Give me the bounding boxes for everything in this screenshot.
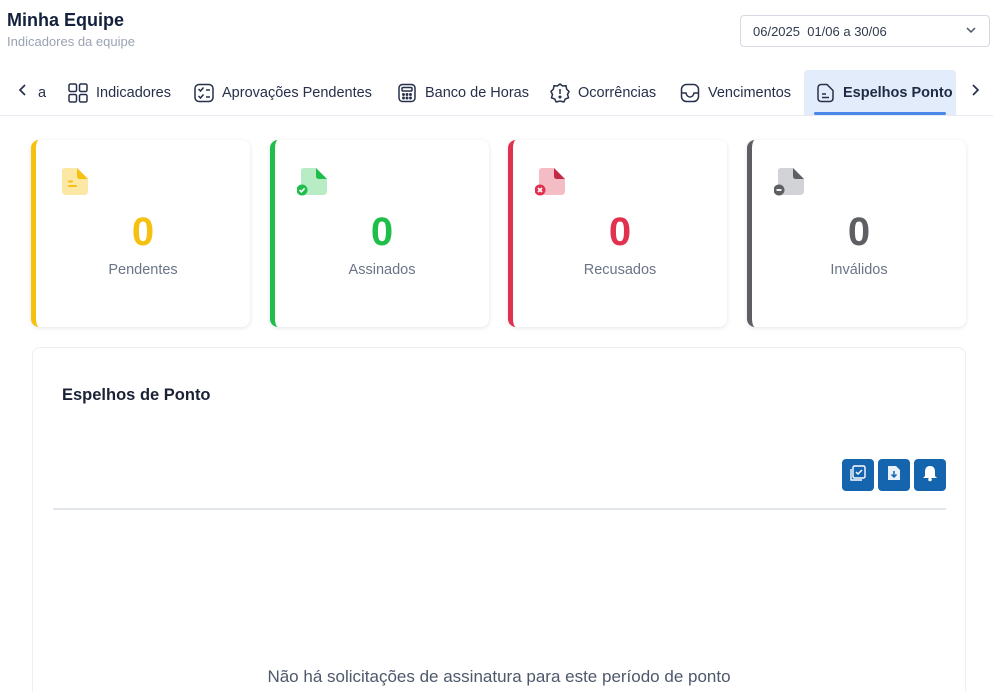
tab-partial[interactable]: a (38, 70, 46, 115)
card-invalidos: 0 Inválidos (747, 140, 966, 327)
card-value: 0 (608, 210, 632, 254)
download-document-icon (885, 464, 903, 487)
card-value: 0 (370, 210, 394, 254)
tab-label: Indicadores (96, 84, 171, 101)
card-label: Pendentes (108, 262, 178, 278)
select-all-button[interactable] (842, 459, 874, 491)
period-select-value: 06/2025 01/06 a 30/06 (753, 23, 887, 39)
period-select[interactable]: 06/2025 01/06 a 30/06 (740, 15, 990, 47)
document-minus-icon (773, 166, 806, 198)
tab-label: Ocorrências (578, 84, 657, 101)
tab-label: Vencimentos (708, 84, 792, 101)
chevron-down-icon (965, 24, 977, 39)
chevron-left-icon (16, 83, 30, 102)
card-assinados: 0 Assinados (270, 140, 489, 327)
tab-banco-de-horas[interactable]: Banco de Horas (396, 70, 529, 115)
download-document-button[interactable] (878, 459, 910, 491)
calculator-icon (396, 82, 418, 104)
bell-icon (921, 464, 939, 487)
card-label: Inválidos (830, 262, 888, 278)
document-icon (814, 82, 836, 104)
panel-actions (842, 459, 946, 491)
document-check-icon (296, 166, 329, 198)
chevron-right-icon (968, 83, 982, 102)
card-label: Recusados (583, 262, 657, 278)
card-pendentes: 0 Pendentes (31, 140, 250, 327)
checklist-icon (193, 82, 215, 104)
espelhos-panel: Espelhos de Ponto Não há solicitações de… (32, 347, 966, 692)
tab-ocorrencias[interactable]: Ocorrências (549, 70, 656, 115)
tab-label: Espelhos Ponto (843, 84, 953, 101)
document-x-icon (534, 166, 567, 198)
notify-button[interactable] (914, 459, 946, 491)
card-recusados: 0 Recusados (508, 140, 727, 327)
tab-indicadores[interactable]: Indicadores (67, 70, 171, 115)
tab-partial-label: a (38, 84, 47, 101)
alert-badge-icon (549, 82, 571, 104)
page-title: Minha Equipe (7, 10, 124, 30)
card-value: 0 (847, 210, 871, 254)
tab-bar: a Indicadores Aprovações Pendentes Banco… (0, 70, 993, 116)
empty-state-message: Não há solicitações de assinatura para e… (267, 667, 731, 686)
select-all-icon (849, 464, 867, 487)
inbox-icon (679, 82, 701, 104)
page-subtitle: Indicadores da equipe (7, 34, 135, 49)
card-label: Assinados (348, 262, 416, 278)
grid-icon (67, 82, 89, 104)
document-pending-icon (58, 166, 90, 198)
tabs-scroll-left-button[interactable] (16, 70, 30, 115)
tab-vencimentos[interactable]: Vencimentos (679, 70, 791, 115)
tabs-scroll-right-button[interactable] (968, 70, 982, 115)
panel-title: Espelhos de Ponto (62, 386, 211, 404)
tab-label: Aprovações Pendentes (222, 84, 372, 101)
panel-divider (53, 508, 946, 510)
tab-espelhos-ponto[interactable]: Espelhos Ponto (804, 70, 956, 115)
page-header: Minha Equipe Indicadores da equipe 06/20… (0, 0, 993, 64)
tab-label: Banco de Horas (425, 84, 529, 101)
card-value: 0 (131, 210, 155, 254)
tab-aprovacoes-pendentes[interactable]: Aprovações Pendentes (193, 70, 372, 115)
